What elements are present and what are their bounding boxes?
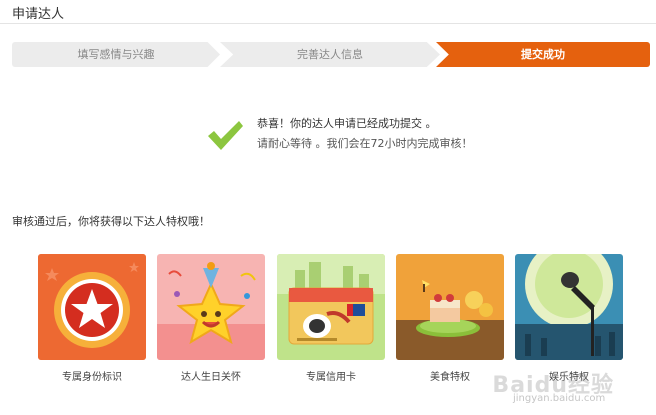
perks-title: 审核通过后，你将获得以下达人特权哦！ — [12, 215, 210, 228]
step-fill-info: 填写感情与兴趣 — [12, 42, 220, 67]
food-cake-icon — [396, 254, 504, 360]
birthday-star-icon — [157, 254, 265, 360]
credit-card-icon — [277, 254, 385, 360]
microphone-icon — [515, 254, 623, 360]
perk-label: 专属身份标识 — [62, 372, 122, 383]
step-submit-success: 提交成功 — [436, 42, 650, 67]
perk-label: 达人生日关怀 — [181, 372, 241, 383]
success-line-1: 恭喜！你的达人申请已经成功提交 。 — [257, 117, 437, 130]
perk-food[interactable]: 美食特权 — [396, 254, 504, 383]
progress-steps: 填写感情与兴趣 完善达人信息 提交成功 — [12, 42, 650, 67]
perk-entertainment[interactable]: 娱乐特权 — [515, 254, 623, 383]
perk-label: 美食特权 — [430, 372, 470, 383]
success-line-2: 请耐心等待 。我们会在72小时内完成审核！ — [257, 137, 473, 150]
perk-credit-card[interactable]: 专属信用卡 — [277, 254, 385, 383]
perk-birthday[interactable]: 达人生日关怀 — [157, 254, 265, 383]
watermark-url: jingyan.baidu.com — [513, 393, 606, 404]
page-title: 申请达人 — [12, 7, 65, 22]
perk-label: 专属信用卡 — [306, 372, 356, 383]
perk-identity[interactable]: 专属身份标识 — [38, 254, 146, 383]
step-complete-profile: 完善达人信息 — [220, 42, 440, 67]
star-badge-icon — [38, 254, 146, 360]
check-icon — [208, 121, 243, 150]
title-divider — [0, 23, 656, 24]
